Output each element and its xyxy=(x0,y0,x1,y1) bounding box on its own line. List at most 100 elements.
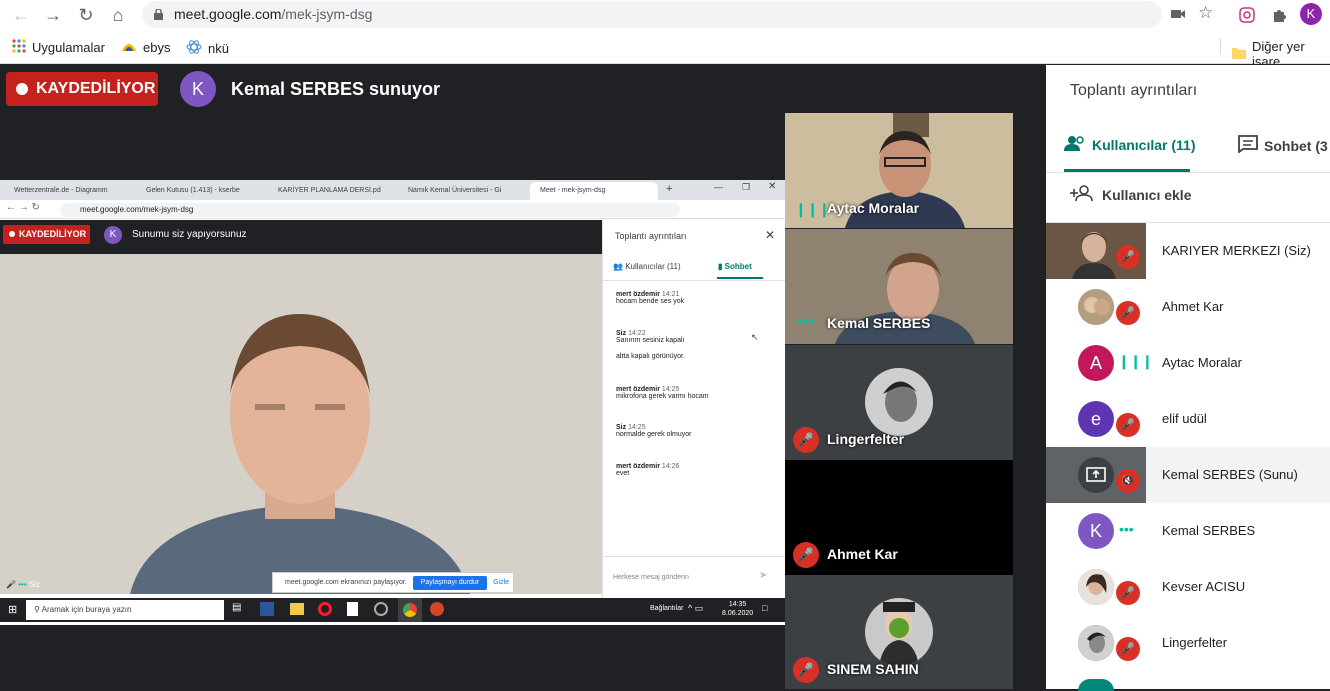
send-icon: ➤ xyxy=(759,570,768,581)
shared-panel-close-icon: ✕ xyxy=(765,228,776,242)
star-icon[interactable]: ☆ xyxy=(1198,4,1216,22)
forward-icon[interactable]: → xyxy=(42,5,64,25)
shared-self-label: 🎤 ••• Siz xyxy=(6,580,40,589)
address-bar[interactable]: meet.google.com/mek-jsym-dsg ☆ xyxy=(142,1,1213,28)
participant-name: KARIYER MERKEZI (Siz) xyxy=(1162,243,1311,258)
tile-name: Kemal SERBES xyxy=(827,315,931,331)
url-text: meet.google.com/mek-jsym-dsg xyxy=(174,6,372,22)
msg-time: 14:25 xyxy=(661,386,680,393)
people-icon xyxy=(1064,135,1086,154)
msg-text: hocam bende ses yok xyxy=(616,298,685,305)
tile-name: Lingerfelter xyxy=(827,431,905,447)
browser-toolbar: ← → ↻ ⌂ meet.google.com/mek-jsym-dsg ☆ K xyxy=(0,0,1330,30)
participant-avatar xyxy=(1078,289,1114,325)
shared-tab: Namık Kemal Üniversitesi - Gi xyxy=(408,187,502,194)
shared-tab-chat: ▮ Sohbet xyxy=(718,262,752,271)
bookmark-nku[interactable]: nkü xyxy=(186,39,229,58)
participant-avatar-partial xyxy=(1078,679,1114,691)
participant-tile[interactable]: ••• Kemal SERBES xyxy=(785,229,1013,344)
shared-tab: Gelen Kutusu (1.413) - kserbe xyxy=(146,187,240,194)
home-icon[interactable]: ⌂ xyxy=(107,5,129,25)
profile-avatar[interactable]: K xyxy=(1300,3,1322,25)
tab-chat[interactable]: Sohbet (3 xyxy=(1238,135,1328,156)
chat-message: Siz 14:22 Sanırım sesiniz kapalı altta kap… xyxy=(616,330,685,360)
shared-screen: Wetterzentrale.de - Diagramm Gelen Kutus… xyxy=(0,180,785,625)
participant-avatar: e xyxy=(1078,401,1114,437)
maximize-icon: ❐ xyxy=(742,182,751,192)
mic-off-icon: 🎤 xyxy=(1116,301,1140,325)
new-tab-icon: + xyxy=(666,183,673,195)
hide-button: Gizle xyxy=(493,579,510,586)
notification-icon: □ xyxy=(762,603,768,613)
taskbar-time: 14:35 xyxy=(728,601,747,608)
chat-message: mert özdemir 14:25 mikrofona gerek varmı … xyxy=(616,386,709,400)
shared-avatar: K xyxy=(104,226,122,244)
recording-badge: KAYDEDİLİYOR xyxy=(6,72,158,106)
participant-row[interactable]: 🎤 Lingerfelter xyxy=(1046,615,1330,671)
msg-text: mikrofona gerek varmı hocam xyxy=(616,393,709,400)
camera-blocked-icon[interactable] xyxy=(1170,6,1186,22)
recording-label: KAYDEDİLİYOR xyxy=(36,80,156,97)
extensions-puzzle-icon[interactable] xyxy=(1268,5,1290,25)
windows-start-icon: ⊞ xyxy=(8,604,18,616)
msg-text: normalde gerek olmuyor xyxy=(616,431,692,438)
participant-name: elif udül xyxy=(1162,411,1207,426)
chrome-app-active xyxy=(398,598,422,622)
participant-row[interactable]: A ❙❙❙ Aytac Moralar xyxy=(1046,335,1330,391)
shared-recording-badge: KAYDEDİLİYOR xyxy=(3,225,90,244)
msg-sender: mert özdemir xyxy=(616,463,660,470)
bookmark-ebys[interactable]: ebys xyxy=(121,39,170,56)
participant-tile[interactable]: ❙❙❙ Aytac Moralar xyxy=(785,113,1013,228)
notepad-app-icon xyxy=(347,602,358,616)
shared-panel-title: Toplantı ayrıntıları xyxy=(615,231,687,241)
add-user-button[interactable]: Kullanıcı ekle xyxy=(1070,185,1191,204)
chat-icon xyxy=(1238,135,1258,156)
shared-message-input: Herkese mesaj gönderin xyxy=(613,574,689,581)
instagram-extension-icon[interactable] xyxy=(1236,5,1258,25)
url-host: meet.google.com xyxy=(174,6,282,22)
msg-text: evet xyxy=(616,470,630,477)
reload-icon[interactable]: ↻ xyxy=(75,5,97,25)
panel-title: Toplantı ayrıntıları xyxy=(1070,82,1198,99)
minimize-icon: — xyxy=(714,182,723,192)
participant-row[interactable]: 🎤 Kevser ACISU xyxy=(1046,559,1330,615)
shared-tab-chat-label: Sohbet xyxy=(724,262,752,271)
msg-time: 14:22 xyxy=(628,330,646,337)
dots-indicator: ••• xyxy=(18,580,27,589)
participant-row[interactable]: K ••• Kemal SERBES xyxy=(1046,503,1330,559)
shared-taskbar: ⊞ ⚲ Aramak için buraya yazın ▤ Bağlantıl… xyxy=(0,598,785,622)
tab-users[interactable]: Kullanıcılar (11) xyxy=(1064,135,1195,154)
bookmark-apps[interactable]: Uygulamalar xyxy=(12,39,105,56)
taskbar-date: 8.06.2020 xyxy=(722,610,754,617)
share-notice-text: meet.google.com ekranınızı paylaşıyor. xyxy=(285,579,407,586)
speaking-indicator-icon: ❙❙❙ xyxy=(1118,353,1154,369)
participant-row[interactable]: e 🎤 elif udül xyxy=(1046,391,1330,447)
participant-name: Lingerfelter xyxy=(1162,635,1228,650)
mic-off-icon: 🎤 xyxy=(793,542,819,568)
share-notice-bar: meet.google.com ekranınızı paylaşıyor. P… xyxy=(272,572,514,593)
shared-presenting-text: Sunumu siz yapıyorsunuz xyxy=(132,229,247,240)
bookmark-label: Uygulamalar xyxy=(32,40,105,55)
participant-row[interactable]: 🎤 KARIYER MERKEZI (Siz) xyxy=(1046,223,1330,279)
participant-photo xyxy=(865,598,933,666)
add-user-label: Kullanıcı ekle xyxy=(1102,186,1192,203)
participant-tile[interactable]: 🎤 SINEM SAHIN xyxy=(785,575,1013,689)
shared-tab-users: 👥 Kullanıcılar (11) xyxy=(613,262,681,271)
shared-tab-active: Meet - mek-jsym-dsg xyxy=(530,182,658,200)
msg-sender: Siz xyxy=(616,424,627,431)
participant-row[interactable]: 🔇 Kemal SERBES (Sunu) xyxy=(1046,447,1330,503)
participant-tile[interactable]: 🎤 Ahmet Kar xyxy=(785,460,1013,575)
task-view-icon: ▤ xyxy=(232,602,242,613)
participant-avatar xyxy=(1078,625,1114,661)
shared-tab-strip: Wetterzentrale.de - Diagramm Gelen Kutus… xyxy=(0,180,785,200)
participant-avatar xyxy=(1078,569,1114,605)
participant-row[interactable]: 🎤 Ahmet Kar xyxy=(1046,279,1330,335)
folder-icon xyxy=(1232,47,1246,62)
chrome-icon xyxy=(403,603,417,617)
shared-tab-underline xyxy=(717,277,763,279)
meeting-details-panel: Toplantı ayrıntıları Kullanıcılar (11) S… xyxy=(1046,65,1330,691)
word-app-icon xyxy=(260,602,274,616)
chat-icon: ▮ xyxy=(718,262,723,271)
participant-tile[interactable]: 🎤 Lingerfelter xyxy=(785,345,1013,460)
back-icon[interactable]: ← xyxy=(10,5,32,25)
